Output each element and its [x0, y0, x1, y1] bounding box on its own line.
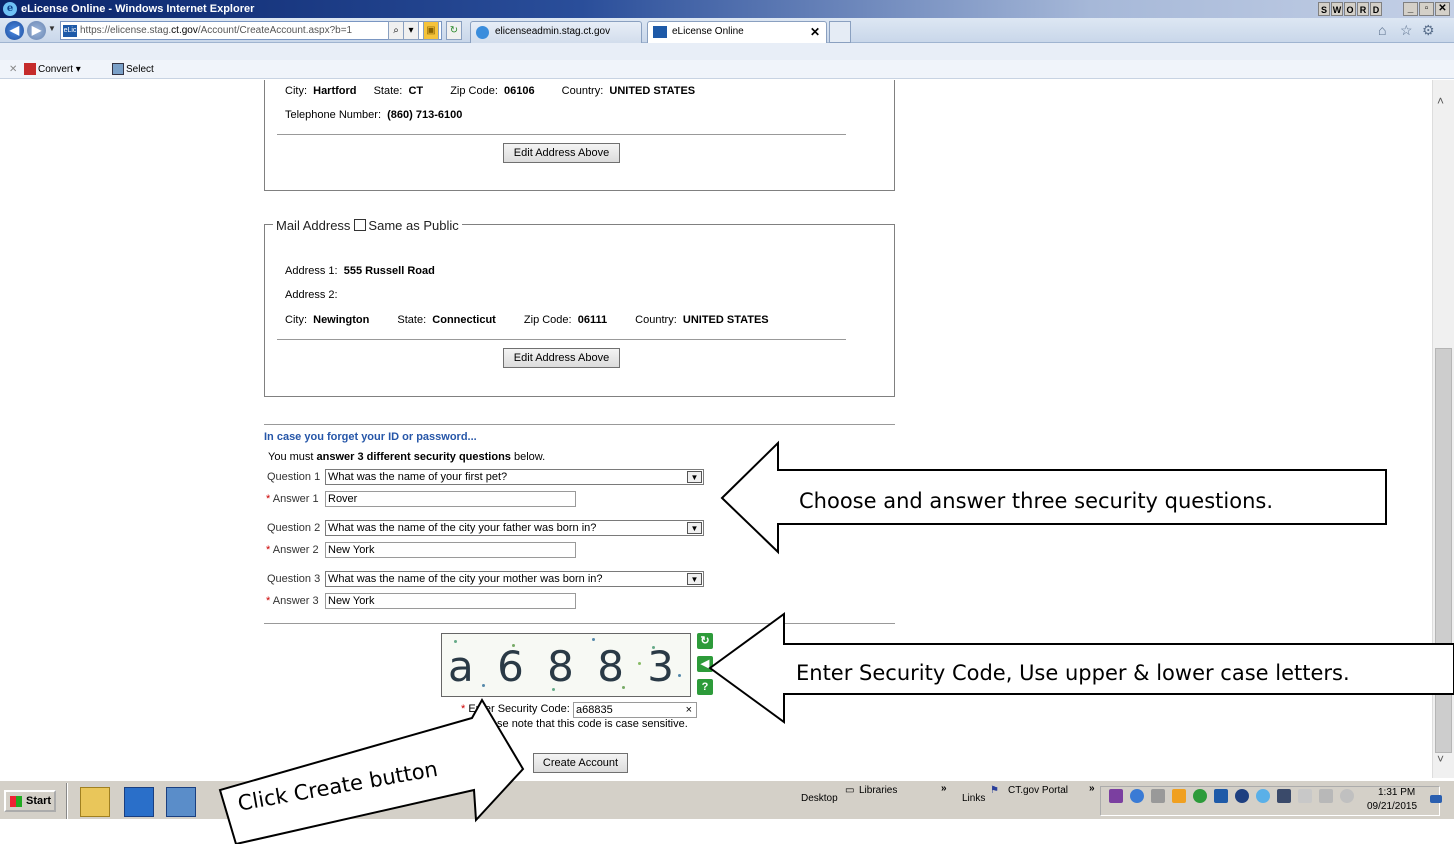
annotation-arrows: [218, 440, 1454, 844]
questions-callout: Choose and answer three security questio…: [799, 489, 1274, 513]
code-callout: Enter Security Code, Use upper & lower c…: [796, 661, 1350, 685]
